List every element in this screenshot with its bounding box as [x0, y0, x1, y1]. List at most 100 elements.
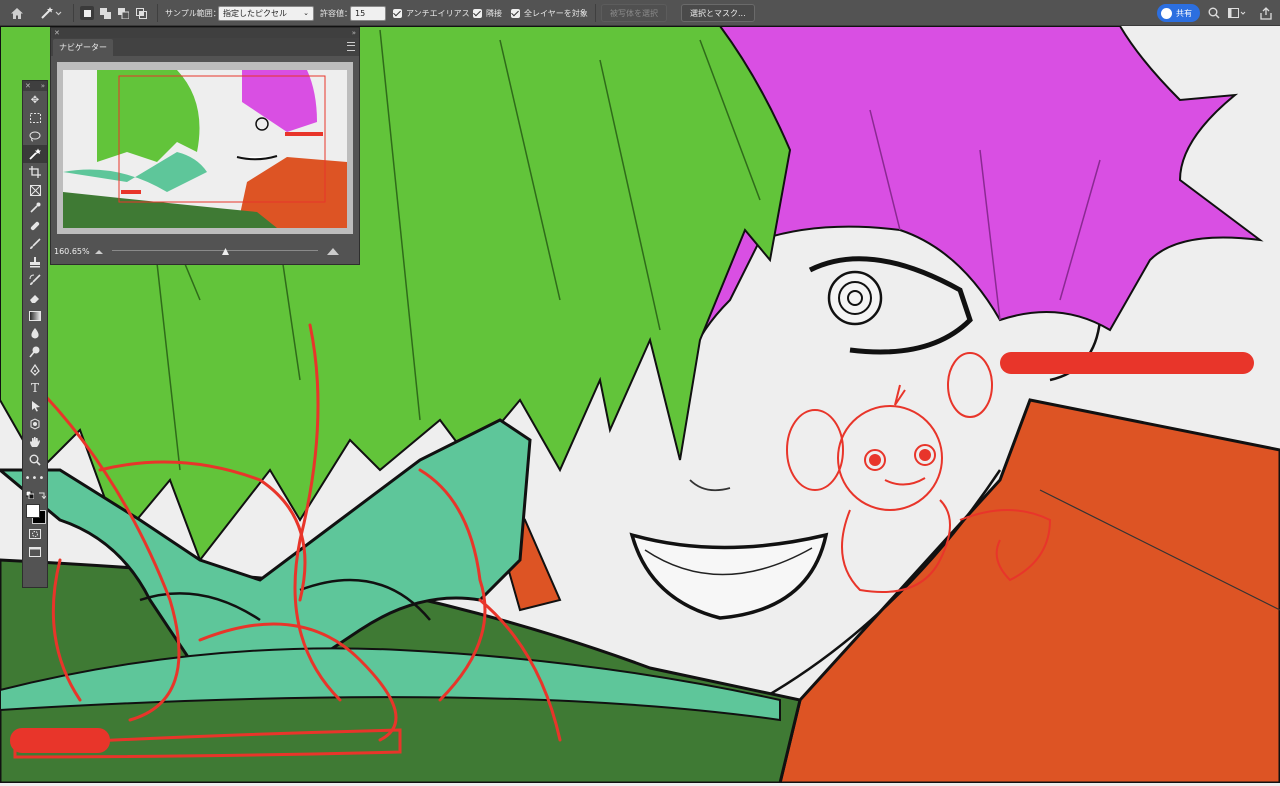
- pen-tool[interactable]: [23, 361, 47, 379]
- gradient-icon: [29, 311, 41, 321]
- shape-icon: [30, 418, 40, 430]
- healing-tool[interactable]: [23, 217, 47, 235]
- move-icon: ✥: [30, 94, 40, 106]
- foreground-color-swatch[interactable]: [26, 504, 40, 518]
- share-button[interactable]: 共有: [1157, 4, 1200, 22]
- lasso-icon: [29, 131, 41, 141]
- history-brush-icon: [29, 274, 41, 285]
- expand-icon[interactable]: »: [41, 82, 45, 90]
- zoom-out-icon[interactable]: [94, 247, 104, 255]
- magic-wand-tool[interactable]: [23, 145, 47, 163]
- stamp-icon: [30, 257, 40, 268]
- tolerance-value: 15: [355, 8, 366, 18]
- all-layers-checkbox[interactable]: 全レイヤーを対象: [511, 0, 588, 26]
- tool-preset-picker[interactable]: [40, 0, 62, 26]
- collapse-icon[interactable]: »: [352, 29, 356, 37]
- dodge-icon: [29, 346, 40, 358]
- home-button[interactable]: [10, 0, 24, 26]
- subtract-selection-button[interactable]: [116, 6, 130, 20]
- home-icon: [11, 7, 23, 19]
- more-tools-button[interactable]: •••: [23, 469, 47, 487]
- new-selection-button[interactable]: [80, 6, 94, 20]
- sample-size-label: サンプル範囲：: [165, 8, 221, 18]
- blur-tool[interactable]: [23, 325, 47, 343]
- tools-panel-header[interactable]: ✕»: [23, 81, 47, 91]
- type-tool[interactable]: T: [23, 379, 47, 397]
- screen-mode-button[interactable]: [23, 543, 47, 561]
- zoom-slider-thumb[interactable]: [221, 246, 230, 255]
- zoom-in-icon[interactable]: [326, 246, 340, 256]
- marquee-tool[interactable]: [23, 109, 47, 127]
- type-icon: T: [30, 381, 39, 395]
- contiguous-label: 隣接: [486, 8, 502, 18]
- shape-tool[interactable]: [23, 415, 47, 433]
- navigator-thumbnail: [63, 70, 347, 228]
- eraser-icon: [30, 295, 39, 303]
- gradient-tool[interactable]: [23, 307, 47, 325]
- pen-icon: [30, 364, 40, 376]
- history-brush-tool[interactable]: [23, 271, 47, 289]
- chevron-down-icon: ⌄: [303, 9, 309, 17]
- tolerance-label: 許容値：: [320, 8, 352, 18]
- color-controls: [23, 487, 47, 503]
- add-selection-button[interactable]: [98, 6, 112, 20]
- eraser-tool[interactable]: [23, 289, 47, 307]
- intersect-selection-button[interactable]: [134, 6, 148, 20]
- navigator-preview[interactable]: [57, 62, 353, 234]
- options-bar: サンプル範囲： 指定したピクセル ⌄ 許容値： 15 アンチエイリアス 隣接 全…: [0, 0, 1280, 26]
- checkbox-checked-icon: [511, 8, 520, 18]
- screen-mode-icon: [29, 547, 41, 557]
- close-icon[interactable]: ✕: [25, 82, 31, 90]
- color-swatches: [23, 503, 47, 525]
- navigator-panel: ✕ » ナビゲーター 160.65%: [50, 27, 360, 265]
- blur-icon: [31, 328, 39, 339]
- swap-colors-icon[interactable]: [38, 491, 46, 499]
- path-selection-tool[interactable]: [23, 397, 47, 415]
- checkbox-checked-icon: [393, 8, 402, 18]
- eyedropper-tool[interactable]: [23, 199, 47, 217]
- frame-tool[interactable]: [23, 181, 47, 199]
- zoom-slider[interactable]: [112, 246, 318, 256]
- frame-icon: [29, 184, 41, 196]
- search-button[interactable]: [1208, 0, 1220, 26]
- zoom-tool[interactable]: [23, 451, 47, 469]
- lasso-tool[interactable]: [23, 127, 47, 145]
- workspace-button[interactable]: [1228, 0, 1246, 26]
- close-icon[interactable]: ✕: [54, 29, 60, 37]
- tolerance-input[interactable]: 15: [350, 5, 386, 21]
- hand-tool[interactable]: [23, 433, 47, 451]
- antialias-checkbox[interactable]: アンチエイリアス: [393, 0, 470, 26]
- checkbox-checked-icon: [473, 8, 482, 18]
- zoom-value[interactable]: 160.65%: [54, 247, 94, 256]
- navigator-panel-header[interactable]: ✕ »: [51, 28, 359, 38]
- all-layers-label: 全レイヤーを対象: [524, 8, 588, 18]
- export-button[interactable]: [1260, 0, 1272, 26]
- select-and-mask-button[interactable]: 選択とマスク...: [681, 4, 755, 22]
- contiguous-checkbox[interactable]: 隣接: [473, 0, 502, 26]
- workspace-icon: [1228, 8, 1246, 18]
- tab-navigator[interactable]: ナビゲーター: [53, 39, 113, 56]
- user-avatar-icon: [1161, 7, 1172, 19]
- zoom-icon: [29, 454, 41, 466]
- export-icon: [1260, 6, 1272, 20]
- marquee-icon: [29, 113, 41, 123]
- healing-icon: [30, 221, 40, 231]
- brush-tool[interactable]: [23, 235, 47, 253]
- share-label: 共有: [1176, 8, 1192, 18]
- sample-size-select[interactable]: 指定したピクセル ⌄: [218, 5, 314, 21]
- dodge-tool[interactable]: [23, 343, 47, 361]
- more-icon: •••: [24, 472, 46, 484]
- default-colors-icon[interactable]: [26, 491, 34, 499]
- eyedropper-icon: [30, 202, 41, 213]
- crop-icon: [29, 166, 41, 178]
- magic-wand-icon: [29, 148, 41, 160]
- path-select-icon: [31, 401, 40, 412]
- panel-menu-icon[interactable]: [347, 42, 355, 51]
- quick-mask-button[interactable]: [23, 525, 47, 543]
- stamp-tool[interactable]: [23, 253, 47, 271]
- select-subject-button[interactable]: 被写体を選択: [601, 4, 667, 22]
- crop-tool[interactable]: [23, 163, 47, 181]
- move-tool[interactable]: ✥: [23, 91, 47, 109]
- brush-icon: [30, 238, 41, 249]
- search-icon: [1208, 7, 1220, 19]
